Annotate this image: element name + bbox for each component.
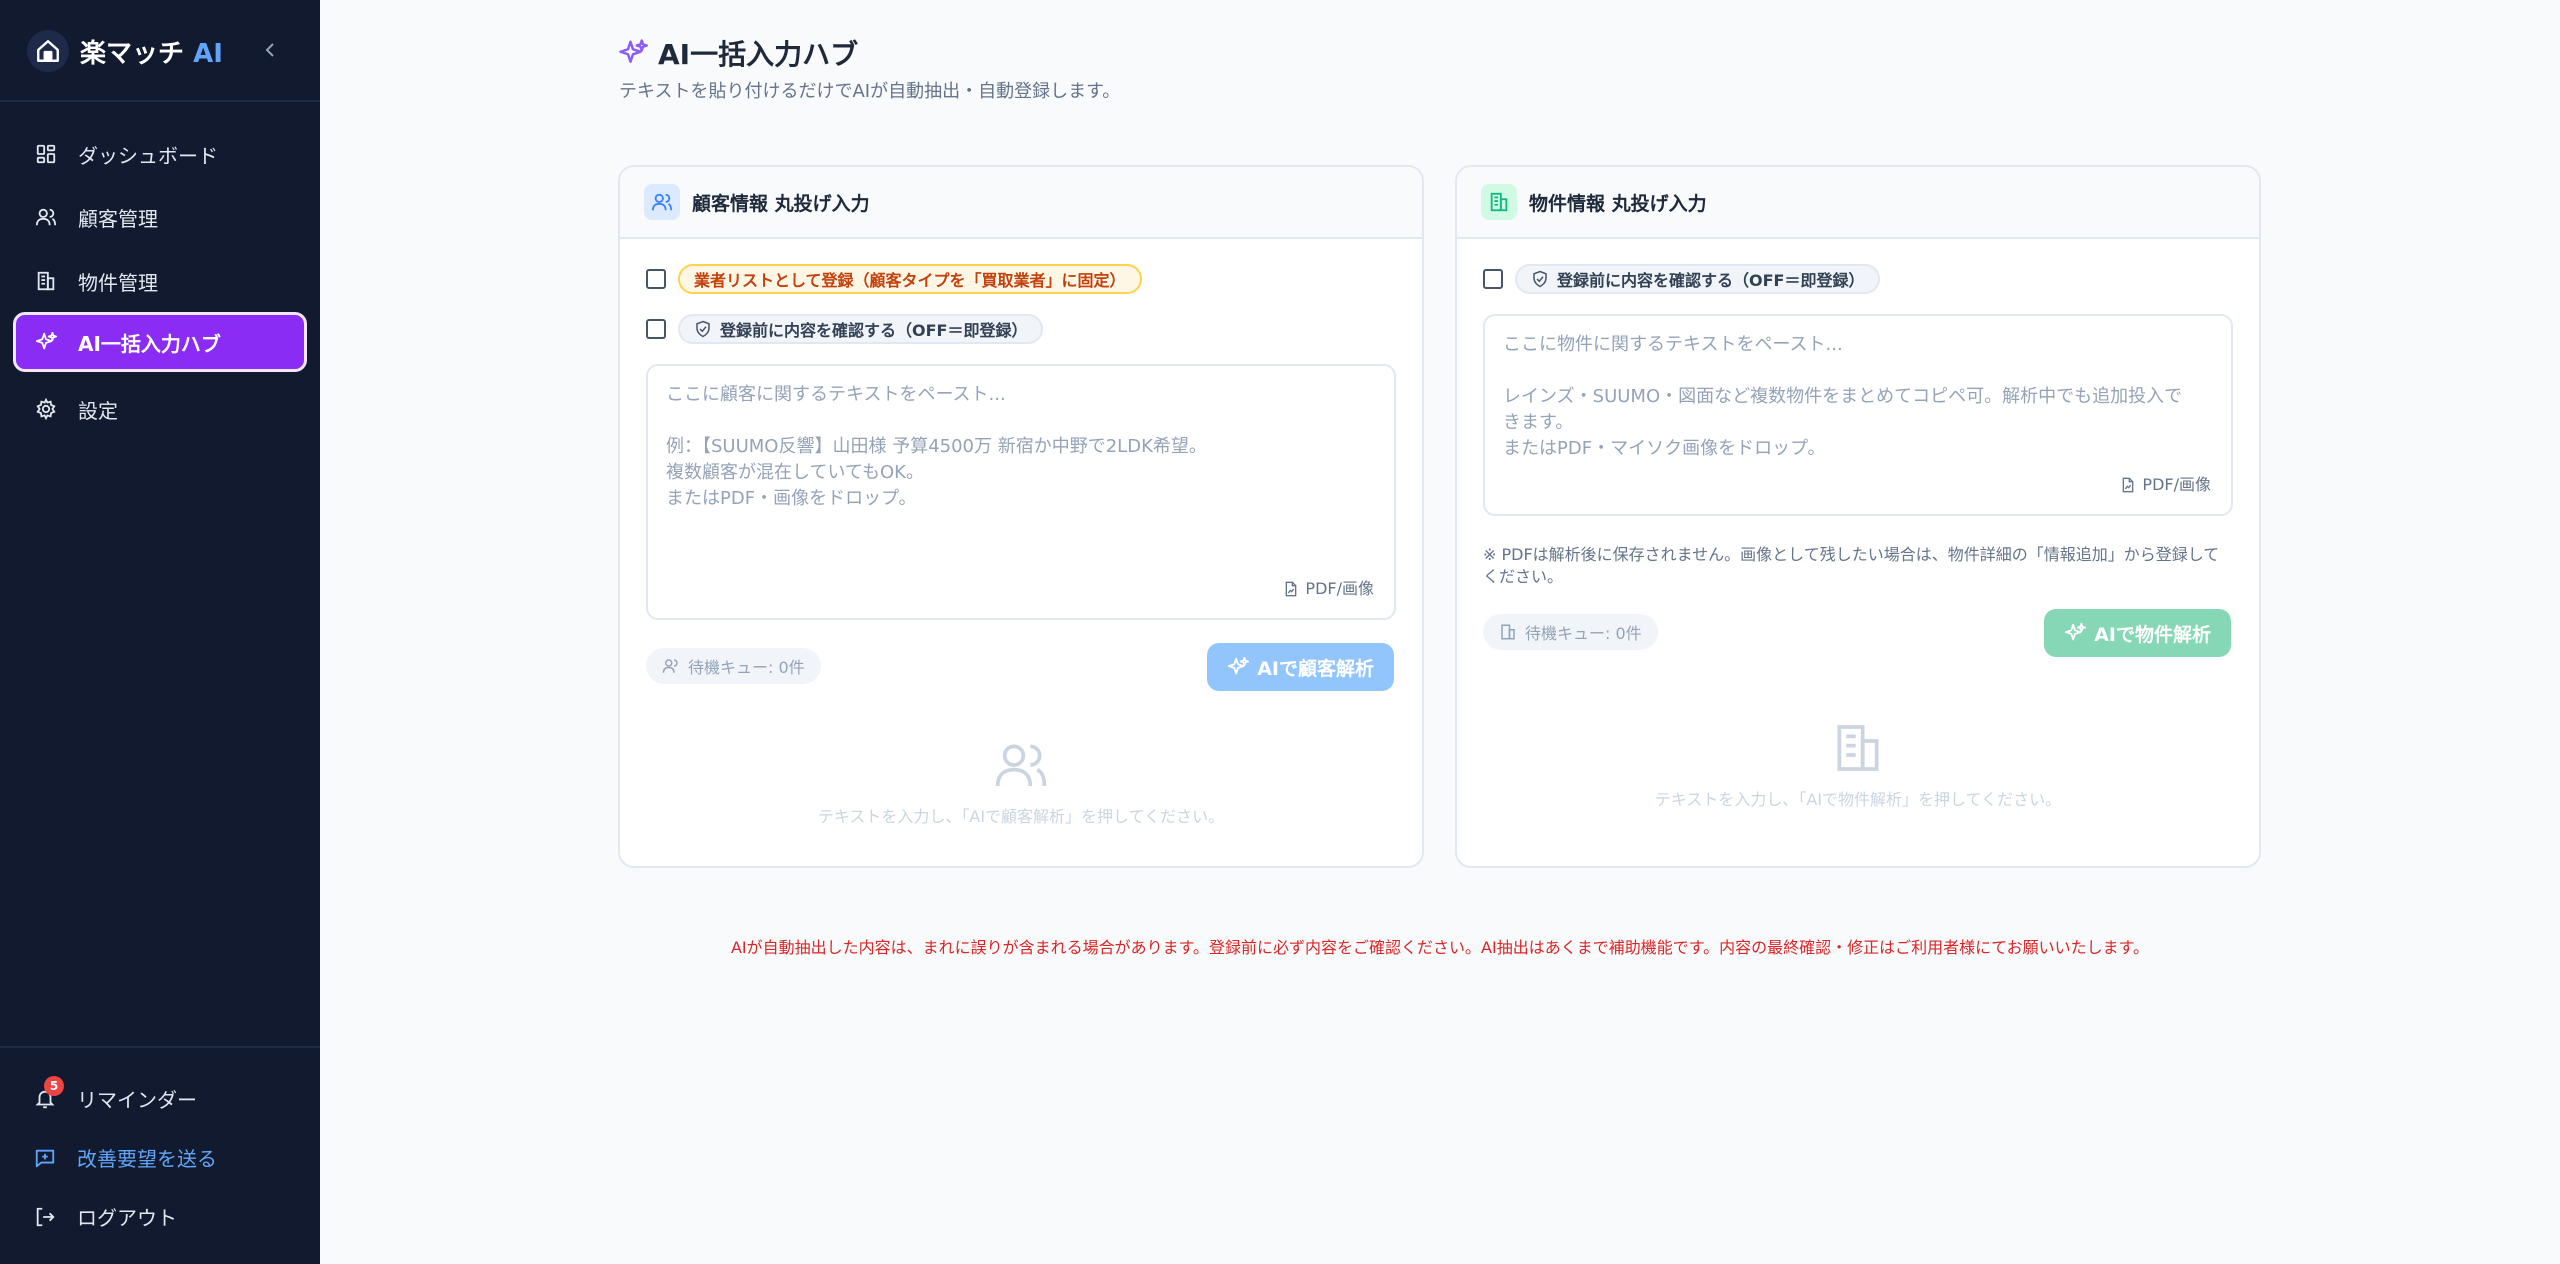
customer-input-card: 顧客情報 丸投げ入力 業者リストとして登録（顧客タイプを「買取業者」に固定） 登… (618, 165, 1424, 868)
nav-label: ダッシュボード (78, 143, 218, 168)
property-queue-status: 待機キュー: 0件 (1483, 614, 1658, 650)
users-large-icon (993, 737, 1049, 793)
placeholder-line: またはPDF・マイソク画像をドロップ。 (1503, 438, 1826, 459)
sparkles-icon (2065, 622, 2087, 641)
customer-text-input[interactable]: ここに顧客に関するテキストをペースト... 例：【SUUMO反響】山田様 予算4… (646, 364, 1396, 620)
sidebar: 楽マッチ AI ダッシュボード 顧客管理 物件管理 AI一括入力ハブ 設定 5 … (0, 0, 320, 1264)
logout-label: ログアウト (77, 1206, 177, 1230)
customer-confirm-option: 登録前に内容を確認する（OFF＝即登録） (646, 314, 1044, 344)
reminder-button[interactable]: 5 リマインダー (32, 1075, 197, 1113)
customer-empty-message: テキストを入力し、「AIで顧客解析」を押してください。 (817, 807, 1225, 826)
logout-button[interactable]: ログアウト (32, 1202, 177, 1231)
nav-item-properties[interactable]: 物件管理 (13, 251, 307, 311)
page-title-text: AI一括入力ハブ (658, 38, 859, 71)
building-icon (33, 268, 59, 294)
file-image-icon (1286, 581, 1297, 597)
property-pdf-upload[interactable]: PDF/画像 (2120, 472, 2211, 498)
placeholder-line: ここに物件に関するテキストをペースト... (1503, 334, 1843, 355)
building-icon (1481, 184, 1517, 220)
nav-item-dashboard[interactable]: ダッシュボード (13, 124, 307, 184)
sidebar-footer: 5 リマインダー 改善要望を送る ログアウト (0, 1046, 320, 1264)
property-empty-message: テキストを入力し、「AIで物件解析」を押してください。 (1654, 790, 2062, 809)
customer-card-title: 顧客情報 丸投げ入力 (692, 192, 870, 215)
home-logo-icon (27, 30, 69, 72)
feedback-label: 改善要望を送る (77, 1147, 217, 1171)
vendor-list-checkbox[interactable] (646, 269, 666, 289)
placeholder-line: レインズ・SUUMO・図面など複数物件をまとめてコピペ可。解析中でも追加投入で (1503, 386, 2183, 407)
analyze-customer-label: AIで顧客解析 (1257, 657, 1374, 680)
sparkles-icon (1228, 656, 1250, 675)
reminder-label: リマインダー (77, 1088, 197, 1112)
shield-check-icon (1533, 270, 1547, 288)
placeholder-line (1503, 358, 2213, 384)
brand-header: 楽マッチ AI (0, 0, 320, 102)
customer-confirm-label: 登録前に内容を確認する（OFF＝即登録） (720, 321, 1028, 340)
file-image-icon (2123, 477, 2134, 493)
customer-confirm-checkbox[interactable] (646, 319, 666, 339)
property-confirm-checkbox[interactable] (1483, 269, 1503, 289)
page-title: AI一括入力ハブ (618, 33, 858, 73)
analyze-customer-button[interactable]: AIで顧客解析 (1207, 643, 1394, 691)
analyze-property-button[interactable]: AIで物件解析 (2044, 609, 2231, 657)
page-subtitle: テキストを貼り付けるだけでAIが自動抽出・自動登録します。 (619, 81, 1121, 102)
customer-queue-status: 待機キュー: 0件 (646, 648, 821, 684)
placeholder-line: ここに顧客に関するテキストをペースト... (666, 384, 1006, 405)
vendor-list-label: 業者リストとして登録（顧客タイプを「買取業者」に固定） (678, 264, 1142, 294)
property-confirm-label: 登録前に内容を確認する（OFF＝即登録） (1557, 271, 1865, 290)
property-empty-state: テキストを入力し、「AIで物件解析」を押してください。 (1457, 720, 2259, 810)
customer-card-header: 顧客情報 丸投げ入力 (620, 167, 1422, 239)
property-confirm-option: 登録前に内容を確認する（OFF＝即登録） (1483, 264, 1881, 294)
ai-disclaimer: AIが自動抽出した内容は、まれに誤りが含まれる場合があります。登録前に必ず内容を… (730, 938, 2150, 957)
message-plus-icon (32, 1145, 58, 1171)
property-input-card: 物件情報 丸投げ入力 登録前に内容を確認する（OFF＝即登録） ここに物件に関す… (1455, 165, 2261, 868)
property-pdf-note: ※ PDFは解析後に保存されません。画像として残したい場合は、物件詳細の「情報追… (1483, 545, 2220, 586)
chevron-left-icon (265, 43, 274, 57)
nav-item-settings[interactable]: 設定 (13, 379, 307, 439)
placeholder-line: きます。 (1503, 412, 1574, 433)
customer-pdf-label: PDF/画像 (1305, 579, 1374, 598)
building-large-icon (1830, 720, 1886, 776)
placeholder-line: またはPDF・画像をドロップ。 (666, 488, 917, 509)
customer-queue-label: 待機キュー: 0件 (688, 658, 805, 677)
vendor-list-option: 業者リストとして登録（顧客タイプを「買取業者」に固定） (646, 264, 1142, 294)
sparkles-icon (618, 38, 648, 68)
send-feedback-button[interactable]: 改善要望を送る (32, 1143, 217, 1172)
property-pdf-label: PDF/画像 (2142, 475, 2211, 494)
nav-item-ai-hub[interactable]: AI一括入力ハブ (13, 312, 307, 372)
property-card-header: 物件情報 丸投げ入力 (1457, 167, 2259, 239)
bell-icon: 5 (32, 1075, 64, 1112)
property-confirm-pill: 登録前に内容を確認する（OFF＝即登録） (1515, 264, 1881, 294)
property-queue-label: 待機キュー: 0件 (1525, 624, 1642, 643)
placeholder-line (666, 408, 1376, 434)
customer-pdf-upload[interactable]: PDF/画像 (1283, 576, 1374, 602)
brand-name[interactable]: 楽マッチ AI (80, 33, 223, 70)
building-icon (1501, 624, 1515, 640)
customer-confirm-pill: 登録前に内容を確認する（OFF＝即登録） (678, 314, 1044, 344)
property-card-title: 物件情報 丸投げ入力 (1529, 192, 1707, 215)
placeholder-line: 複数顧客が混在していてもOK。 (666, 462, 924, 483)
customer-empty-state: テキストを入力し、「AIで顧客解析」を押してください。 (620, 737, 1422, 827)
reminder-count-badge: 5 (44, 1075, 64, 1096)
nav-label: 顧客管理 (78, 206, 158, 231)
nav-label: 設定 (78, 398, 118, 423)
sparkles-icon (33, 329, 59, 355)
nav-label: AI一括入力ハブ (78, 331, 221, 356)
nav-label: 物件管理 (78, 270, 158, 295)
logout-icon (32, 1204, 58, 1230)
nav-item-customers[interactable]: 顧客管理 (13, 187, 307, 247)
analyze-property-label: AIで物件解析 (2094, 623, 2211, 646)
users-icon (644, 184, 680, 220)
collapse-sidebar-button[interactable] (258, 36, 282, 64)
property-text-input[interactable]: ここに物件に関するテキストをペースト... レインズ・SUUMO・図面など複数物… (1483, 314, 2233, 516)
placeholder-line: 例：【SUUMO反響】山田様 予算4500万 新宿か中野で2LDK希望。 (666, 436, 1207, 457)
users-icon (33, 204, 59, 230)
users-icon (662, 659, 678, 673)
dashboard-icon (33, 141, 59, 167)
gear-icon (33, 396, 59, 422)
shield-check-icon (696, 320, 710, 338)
